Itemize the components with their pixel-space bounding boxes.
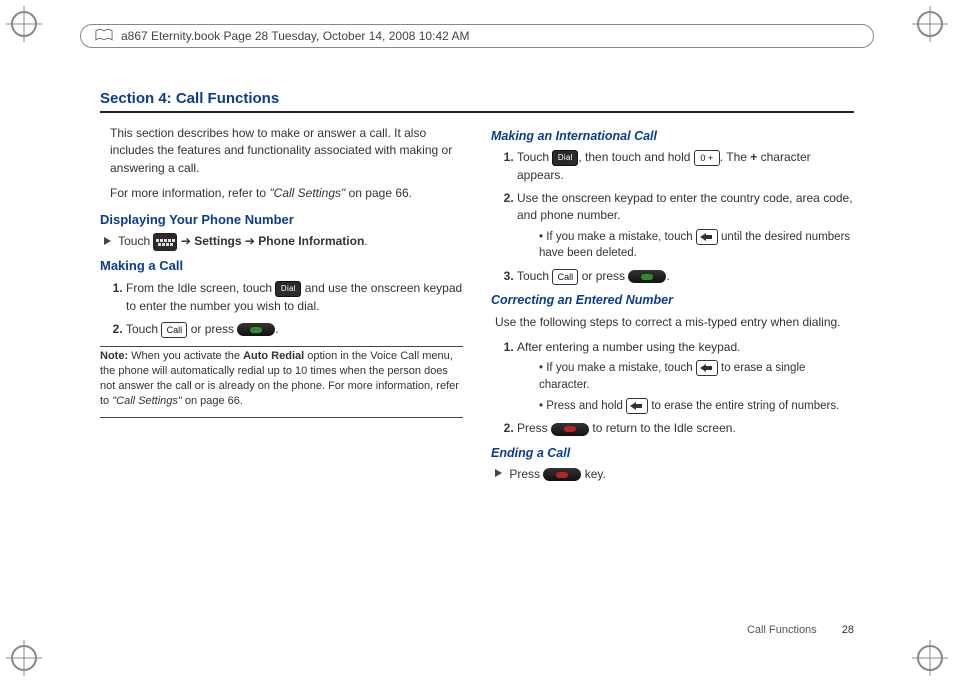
text: or press — [582, 269, 629, 283]
crop-mark-br — [912, 640, 948, 676]
text: After entering a number using the keypad… — [517, 340, 740, 354]
call-button-icon: Call — [552, 269, 578, 285]
text: key. — [585, 467, 606, 481]
call-button-icon: Call — [161, 322, 187, 338]
backspace-icon — [696, 229, 718, 245]
backspace-icon — [626, 398, 648, 414]
text: Touch — [517, 150, 552, 164]
intro-paragraph-1: This section describes how to make or an… — [110, 125, 463, 177]
text: Press — [509, 467, 543, 481]
text: If you make a mistake, touch — [546, 231, 696, 243]
text: From the Idle screen, touch — [126, 281, 275, 295]
note-label: Note: — [100, 350, 128, 362]
send-key-icon — [237, 323, 275, 336]
triangle-bullet-icon — [104, 237, 111, 245]
text: If you make a mistake, touch — [546, 362, 696, 374]
heading-making-call: Making a Call — [100, 257, 463, 276]
intl-sub-bullet: If you make a mistake, touch until the d… — [539, 229, 854, 262]
note-block: Note: When you activate the Auto Redial … — [100, 349, 463, 408]
text: on page 66. — [345, 186, 412, 200]
settings-label: Settings — [194, 235, 241, 249]
send-key-icon — [628, 270, 666, 283]
heading-display-number: Displaying Your Phone Number — [100, 211, 463, 230]
text: ➔ — [181, 235, 194, 249]
heading-correcting: Correcting an Entered Number — [491, 291, 854, 309]
correct-sub-1: If you make a mistake, touch to erase a … — [539, 360, 854, 393]
dial-icon: Dial — [552, 150, 578, 166]
reference-link: "Call Settings" — [112, 395, 182, 407]
intl-step-2: Use the onscreen keypad to enter the cou… — [517, 190, 854, 262]
correct-step-1: After entering a number using the keypad… — [517, 339, 854, 414]
backspace-icon — [696, 360, 718, 376]
correct-intro: Use the following steps to correct a mis… — [495, 314, 854, 331]
title-rule — [100, 111, 854, 113]
dial-icon: Dial — [275, 281, 301, 297]
intl-steps: Touch Dial, then touch and hold 0 +. The… — [517, 149, 854, 285]
crop-mark-tl — [6, 6, 42, 42]
book-icon — [95, 29, 113, 43]
text: to return to the Idle screen. — [592, 421, 735, 435]
left-column: This section describes how to make or an… — [100, 121, 463, 489]
text: Press — [517, 421, 551, 435]
note-rule-top — [100, 346, 463, 347]
crop-mark-bl — [6, 640, 42, 676]
step-2: Touch Call or press . — [126, 321, 463, 338]
section-title: Section 4: Call Functions — [100, 90, 854, 107]
text: For more information, refer to — [110, 186, 269, 200]
note-rule-bottom — [100, 417, 463, 418]
text: Touch — [126, 322, 161, 336]
end-key-icon — [543, 468, 581, 481]
footer-section-label: Call Functions — [747, 624, 817, 636]
page-footer: Call Functions 28 — [747, 624, 854, 636]
framemaker-header: a867 Eternity.book Page 28 Tuesday, Octo… — [80, 24, 874, 48]
footer-page-number: 28 — [842, 624, 854, 636]
text: on page 66. — [182, 395, 243, 407]
text: . The — [720, 150, 750, 164]
text: , then touch and hold — [578, 150, 693, 164]
page-content: Section 4: Call Functions This section d… — [100, 90, 854, 622]
zero-plus-key-icon: 0 + — [694, 150, 720, 166]
ending-step: Press key. — [495, 466, 854, 483]
step-1: From the Idle screen, touch Dial and use… — [126, 280, 463, 315]
header-text: a867 Eternity.book Page 28 Tuesday, Octo… — [121, 29, 469, 43]
heading-ending-call: Ending a Call — [491, 444, 854, 462]
intro-paragraph-2: For more information, refer to "Call Set… — [110, 185, 463, 202]
triangle-bullet-icon — [495, 469, 502, 477]
correct-step-2: Press to return to the Idle screen. — [517, 420, 854, 437]
heading-international-call: Making an International Call — [491, 127, 854, 145]
auto-redial-label: Auto Redial — [243, 350, 304, 362]
menu-grid-icon — [153, 233, 177, 251]
crop-mark-tr — [912, 6, 948, 42]
reference-link: "Call Settings" — [269, 186, 345, 200]
text: or press — [191, 322, 238, 336]
intl-step-1: Touch Dial, then touch and hold 0 +. The… — [517, 149, 854, 184]
text: to erase the entire string of numbers. — [651, 400, 839, 412]
text: Touch — [517, 269, 552, 283]
text: Use the onscreen keypad to enter the cou… — [517, 191, 853, 222]
text: ➔ — [245, 235, 258, 249]
text: When you activate the — [128, 350, 243, 362]
end-key-icon — [551, 423, 589, 436]
intl-step-3: Touch Call or press . — [517, 268, 854, 285]
display-step: Touch ➔ Settings ➔ Phone Information. — [104, 233, 463, 251]
making-call-steps: From the Idle screen, touch Dial and use… — [126, 280, 463, 338]
phone-info-label: Phone Information — [258, 235, 364, 249]
right-column: Making an International Call Touch Dial,… — [491, 121, 854, 489]
correct-sub-2: Press and hold to erase the entire strin… — [539, 398, 854, 415]
text: Touch — [118, 235, 153, 249]
text: Press and hold — [546, 400, 626, 412]
correct-steps: After entering a number using the keypad… — [517, 339, 854, 438]
